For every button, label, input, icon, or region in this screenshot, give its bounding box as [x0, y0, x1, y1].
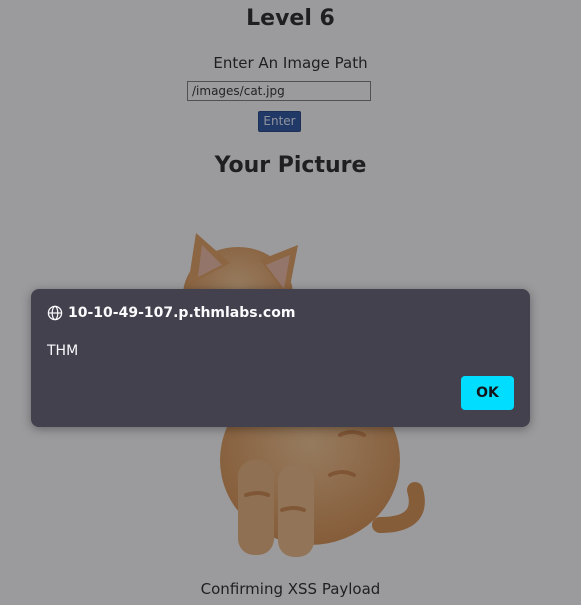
ok-button[interactable]: OK: [461, 376, 514, 410]
globe-icon: [47, 305, 63, 321]
alert-header: 10-10-49-107.p.thmlabs.com: [47, 305, 295, 321]
alert-message: THM: [47, 343, 79, 359]
alert-origin: 10-10-49-107.p.thmlabs.com: [68, 305, 296, 321]
alert-dialog: 10-10-49-107.p.thmlabs.com THM OK: [31, 289, 530, 427]
